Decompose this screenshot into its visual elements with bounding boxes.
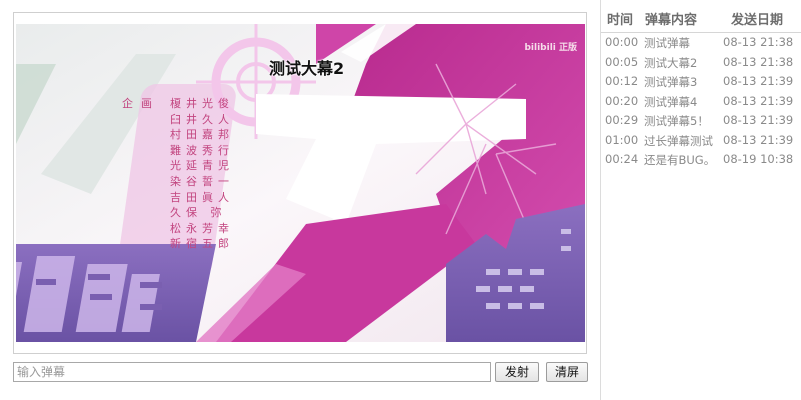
column-header-time[interactable]: 时间 (607, 9, 633, 28)
video-credits: 企画 榎井光俊臼井久人村田嘉邦 難波秀行光延青児 染谷誓一吉田眞人久保 弥松永芳幸新… (122, 96, 232, 250)
danmaku-list-panel: 时间 弹幕内容 发送日期 00:00 测试弹幕 08-13 21:38 00:05 测… (600, 0, 801, 400)
list-item-text: 还是有BUG。 (644, 153, 716, 167)
list-item-date: 08-13 21:39 (723, 113, 794, 127)
list-item-text: 测试弹幕4 (644, 94, 698, 109)
video-player[interactable]: bilibili 正版 企画 榎井光俊臼井久人村田嘉邦 難波秀行光延青児 染谷誓一吉… (13, 12, 587, 354)
list-item-date: 08-19 10:38 (723, 152, 794, 166)
list-item[interactable]: 00:05 测试大幕2 08-13 21:38 (601, 55, 801, 75)
live-danmaku-comment: 测试大幕2 (269, 59, 345, 78)
list-item[interactable]: 00:00 测试弹幕 08-13 21:38 (601, 35, 801, 55)
list-item-date: 08-13 21:39 (723, 132, 794, 147)
list-item-text: 过长弹幕测试 (644, 133, 713, 148)
video-frame[interactable]: bilibili 正版 企画 榎井光俊臼井久人村田嘉邦 難波秀行光延青児 染谷誓一吉… (16, 24, 585, 342)
credit-name: 染谷誓一 (170, 174, 234, 188)
credit-name: 新宿五郎 (170, 237, 234, 251)
danmaku-input[interactable] (13, 362, 491, 382)
credits-role: 企画 (122, 97, 160, 110)
list-item-date: 08-13 21:39 (723, 74, 794, 88)
credit-name: 松永芳幸 (170, 221, 234, 235)
credit-name: 難波秀行 (170, 143, 234, 157)
danmaku-list-header: 时间 弹幕内容 发送日期 (601, 0, 801, 33)
list-item-time: 00:24 (605, 152, 639, 166)
credits-names: 榎井光俊臼井久人村田嘉邦 難波秀行光延青児 染谷誓一吉田眞人久保 弥松永芳幸新宿五郎 (170, 96, 234, 252)
list-item-time: 00:12 (605, 74, 639, 88)
list-item-date: 08-13 21:38 (723, 54, 794, 69)
clear-screen-button[interactable]: 清屏 (546, 362, 588, 382)
list-item-time: 00:20 (605, 93, 639, 108)
credit-name: 臼井久人 (170, 112, 234, 126)
credit-name: 光延青児 (170, 159, 234, 173)
list-item[interactable]: 00:12 测试弹幕3 08-13 21:39 (601, 74, 801, 94)
list-item-date: 08-13 21:39 (723, 93, 794, 108)
column-header-content[interactable]: 弹幕内容 (645, 9, 697, 28)
video-watermark: bilibili 正版 (524, 43, 577, 53)
fire-button[interactable]: 发射 (495, 362, 539, 382)
list-item-time: 00:29 (605, 113, 639, 127)
list-item-time: 00:00 (605, 35, 639, 49)
list-item-time: 01:00 (605, 132, 639, 147)
danmaku-list: 00:00 测试弹幕 08-13 21:38 00:05 测试大幕2 08-13 21:… (601, 35, 801, 172)
list-item-time: 00:05 (605, 54, 639, 69)
list-item-text: 测试弹幕 (644, 36, 690, 50)
list-item[interactable]: 00:29 测试弹幕5！ 08-13 21:39 (601, 113, 801, 133)
list-item-text: 测试大幕2 (644, 55, 698, 70)
credit-name: 久保 弥 (170, 206, 227, 220)
list-item[interactable]: 01:00 过长弹幕测试 08-13 21:39 (601, 133, 801, 153)
list-item[interactable]: 00:20 测试弹幕4 08-13 21:39 (601, 94, 801, 114)
column-header-date[interactable]: 发送日期 (731, 9, 783, 28)
list-item[interactable]: 00:24 还是有BUG。 08-19 10:38 (601, 152, 801, 172)
list-item-date: 08-13 21:38 (723, 35, 794, 49)
list-item-text: 测试弹幕5！ (644, 114, 709, 128)
credit-name: 村田嘉邦 (170, 128, 234, 142)
credit-name: 吉田眞人 (170, 190, 234, 204)
list-item-text: 测试弹幕3 (644, 75, 698, 89)
credit-name: 榎井光俊 (170, 97, 234, 110)
